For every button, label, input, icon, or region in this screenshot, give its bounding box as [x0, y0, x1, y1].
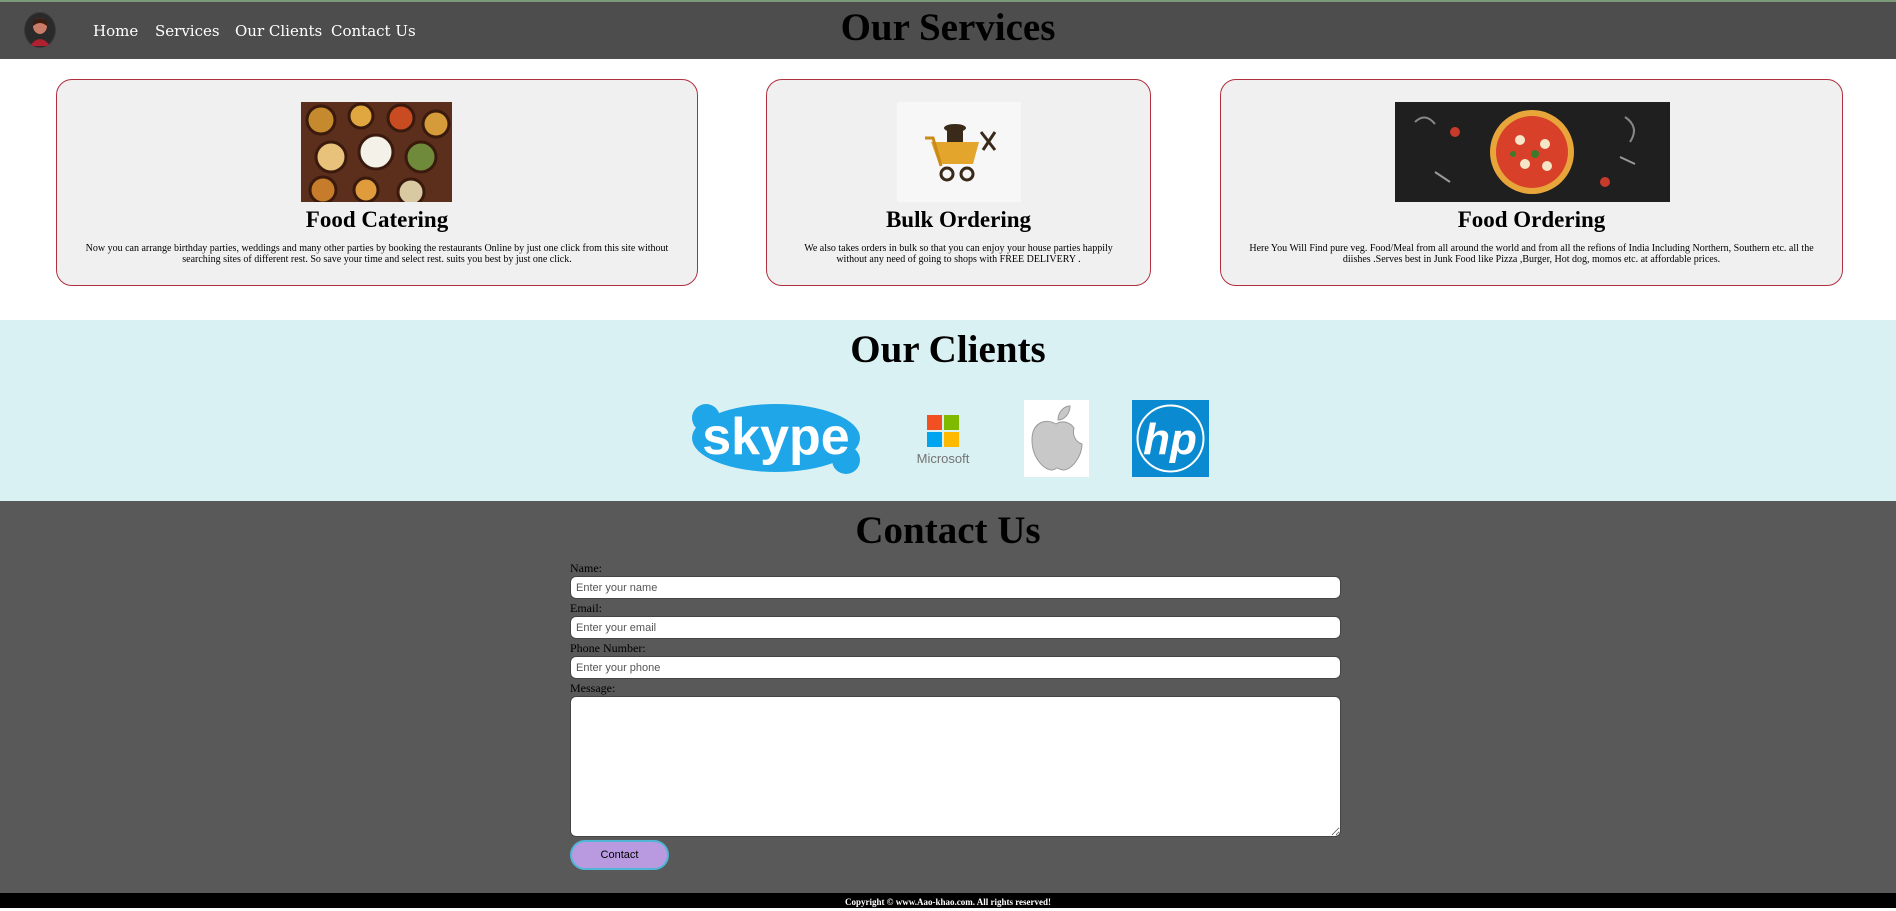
top-navbar: Home Services Our Clients Contact Us Our…: [0, 0, 1896, 59]
service-title: Bulk Ordering: [885, 207, 1032, 232]
message-textarea[interactable]: [570, 696, 1341, 837]
clients-section: Our Clients skype Microsoft hp: [0, 320, 1896, 501]
message-label: Message:: [570, 681, 616, 695]
service-description: Here You Will Find pure veg. Food/Meal f…: [1249, 243, 1814, 265]
contact-button[interactable]: Contact: [570, 840, 669, 870]
svg-text:Microsoft: Microsoft: [917, 451, 970, 466]
client-logo-apple: [1024, 400, 1089, 477]
service-card-food-ordering: Food Ordering Here You Will Find pure ve…: [1220, 79, 1843, 286]
name-input[interactable]: [570, 576, 1341, 599]
client-logo-skype: skype: [690, 400, 862, 477]
footer-copyright: Copyright © www.Aao-khao.com. All rights…: [0, 893, 1896, 908]
svg-text:skype: skype: [702, 408, 849, 466]
client-logo-hp: hp: [1132, 400, 1209, 477]
email-label: Email:: [570, 601, 602, 615]
service-description: We also takes orders in bulk so that you…: [804, 243, 1113, 265]
food-catering-image: [301, 102, 452, 207]
phone-label: Phone Number:: [570, 641, 646, 655]
name-label: Name:: [570, 561, 602, 575]
service-title: Food Catering: [305, 207, 449, 232]
client-logo-microsoft: Microsoft: [910, 413, 976, 467]
svg-text:hp: hp: [1143, 415, 1197, 464]
contact-title: Contact Us: [855, 509, 1041, 552]
bulk-ordering-image: [897, 102, 1021, 202]
service-title: Food Ordering: [1457, 207, 1606, 232]
food-ordering-image: [1395, 102, 1670, 202]
phone-input[interactable]: [570, 656, 1341, 679]
service-card-bulk-ordering: Bulk Ordering We also takes orders in bu…: [766, 79, 1151, 286]
service-description: Now you can arrange birthday parties, we…: [85, 243, 669, 265]
email-input[interactable]: [570, 616, 1341, 639]
clients-title: Our Clients: [850, 328, 1046, 371]
service-card-food-catering: Food Catering Now you can arrange birthd…: [56, 79, 698, 286]
page-title: Our Services: [840, 6, 1056, 49]
